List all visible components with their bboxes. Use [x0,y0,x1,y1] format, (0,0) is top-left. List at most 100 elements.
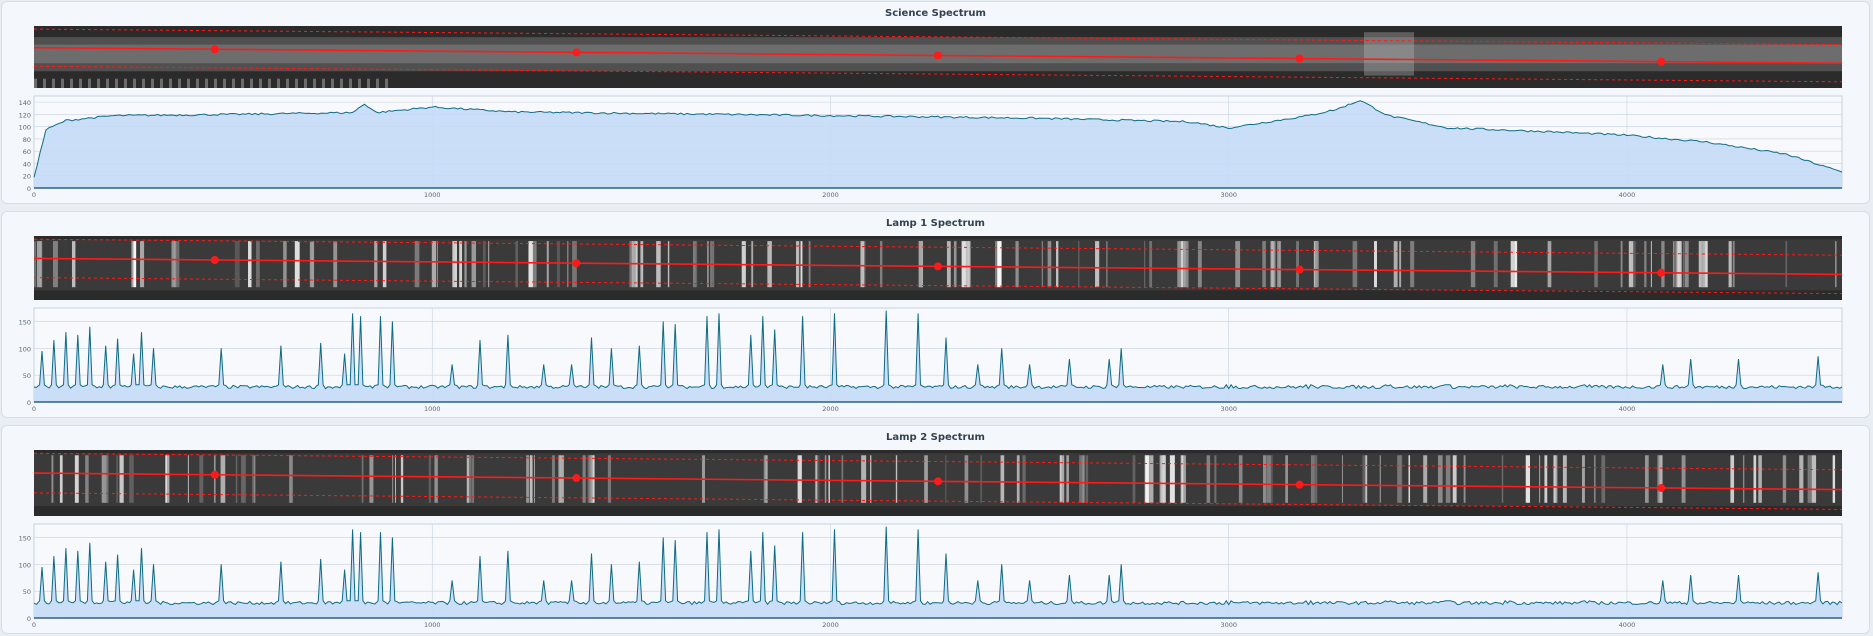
edge-line [223,78,226,88]
edge-line [61,78,64,88]
trace-point-handle[interactable] [1657,483,1666,492]
emission-line [551,455,555,503]
trace-point-handle[interactable] [572,474,581,483]
edge-line [205,78,208,88]
emission-line [1393,241,1398,288]
emission-line [71,241,76,288]
x-tick-label: 3000 [1220,405,1237,413]
edge-line [349,78,352,88]
emission-line [119,455,124,503]
trace-point-handle[interactable] [210,45,219,54]
trace-point-handle[interactable] [210,470,219,479]
x-tick-label: 2000 [822,621,839,629]
emission-line [104,455,109,503]
emission-line [220,455,226,503]
emission-line [199,455,204,503]
emission-line [828,455,830,503]
emission-line [515,241,519,288]
edge-line [151,78,154,88]
trace-point-handle[interactable] [572,259,581,268]
emission-line [1661,241,1665,288]
x-tick-label: 1000 [424,621,441,629]
y-tick-label: 150 [19,318,31,326]
edge-line [331,78,334,88]
emission-line [808,241,811,288]
emission-line [1742,455,1745,503]
trace-point-handle[interactable] [1657,268,1666,277]
emission-line [824,455,827,503]
trace-point-handle[interactable] [934,262,942,271]
trace-point-handle[interactable] [934,51,942,60]
emission-line [165,455,167,503]
emission-line [1730,455,1735,503]
emission-line [556,241,560,288]
lamp2-2d-spectrum-image[interactable] [34,450,1842,516]
trace-point-handle[interactable] [572,48,581,57]
emission-line [1341,455,1343,503]
emission-line [235,455,238,503]
science-spectrum-panel: Science Spectrum 0 20 40 60 80 100 120 140 0 1000… [1,1,1870,204]
edge-line [358,78,361,88]
emission-line [1634,241,1636,288]
emission-line [248,241,252,288]
trace-point-handle[interactable] [210,256,219,264]
lamp1-1d-spectrum-chart[interactable]: 0 50 100 150 0 1000 2000 3000 4000 [2,304,1870,416]
emission-line [533,455,535,503]
trace-point-handle[interactable] [1657,57,1666,66]
emission-line [1379,455,1381,503]
emission-line [1501,455,1504,503]
emission-line [1238,455,1243,503]
emission-line [582,455,586,503]
panel-title: Lamp 1 Spectrum [886,218,985,229]
lamp2-1d-spectrum-chart[interactable]: 0 50 100 150 0 1000 2000 3000 4000 [2,520,1870,632]
emission-line [1753,455,1757,503]
emission-line [1445,455,1451,503]
emission-line [860,241,865,288]
emission-line [1594,241,1598,288]
emission-line [1285,455,1288,503]
emission-line [1620,241,1623,288]
y-tick-label: 140 [19,99,31,107]
emission-line [1705,241,1708,288]
y-tick-label: 0 [27,399,31,407]
emission-line [1314,241,1319,288]
emission-line [482,241,486,288]
emission-line [1182,455,1186,503]
emission-line [133,241,137,288]
emission-line [414,241,420,288]
emission-line [797,455,802,503]
edge-line [367,78,370,88]
emission-line [587,455,590,503]
edge-line [169,78,172,88]
science-1d-spectrum-chart[interactable]: 0 20 40 60 80 100 120 140 0 1000 2000 3000 4000 [2,92,1870,202]
science-2d-spectrum-image[interactable] [34,26,1842,88]
emission-line [1235,241,1241,288]
trace-point-handle[interactable] [1295,265,1304,274]
emission-line [1832,455,1836,503]
edge-line [322,78,325,88]
edge-line [34,78,37,88]
y-tick-label: 50 [23,372,31,380]
emission-line [1177,241,1182,288]
lamp1-2d-spectrum-image[interactable] [34,236,1842,300]
edge-line [268,78,271,88]
emission-line [1296,241,1299,288]
emission-line [1206,455,1211,503]
trace-point-handle[interactable] [1295,480,1304,489]
edge-line [115,78,118,88]
emission-line [895,455,898,503]
emission-line [1515,241,1518,288]
emission-line [39,241,43,288]
edge-line [97,78,100,88]
emission-line [1266,455,1270,503]
emission-line [1423,455,1428,503]
emission-line [1493,241,1498,288]
lamp2-spectrum-panel: Lamp 2 Spectrum 0 50 100 150 0 1000 2000 3000 40… [1,425,1870,634]
trace-point-handle[interactable] [1295,54,1304,63]
emission-line [1807,455,1812,503]
emission-line [1362,455,1366,503]
emission-line [964,455,969,503]
emission-line [361,455,364,503]
y-tick-label: 100 [19,345,31,353]
trace-point-handle[interactable] [934,477,942,486]
